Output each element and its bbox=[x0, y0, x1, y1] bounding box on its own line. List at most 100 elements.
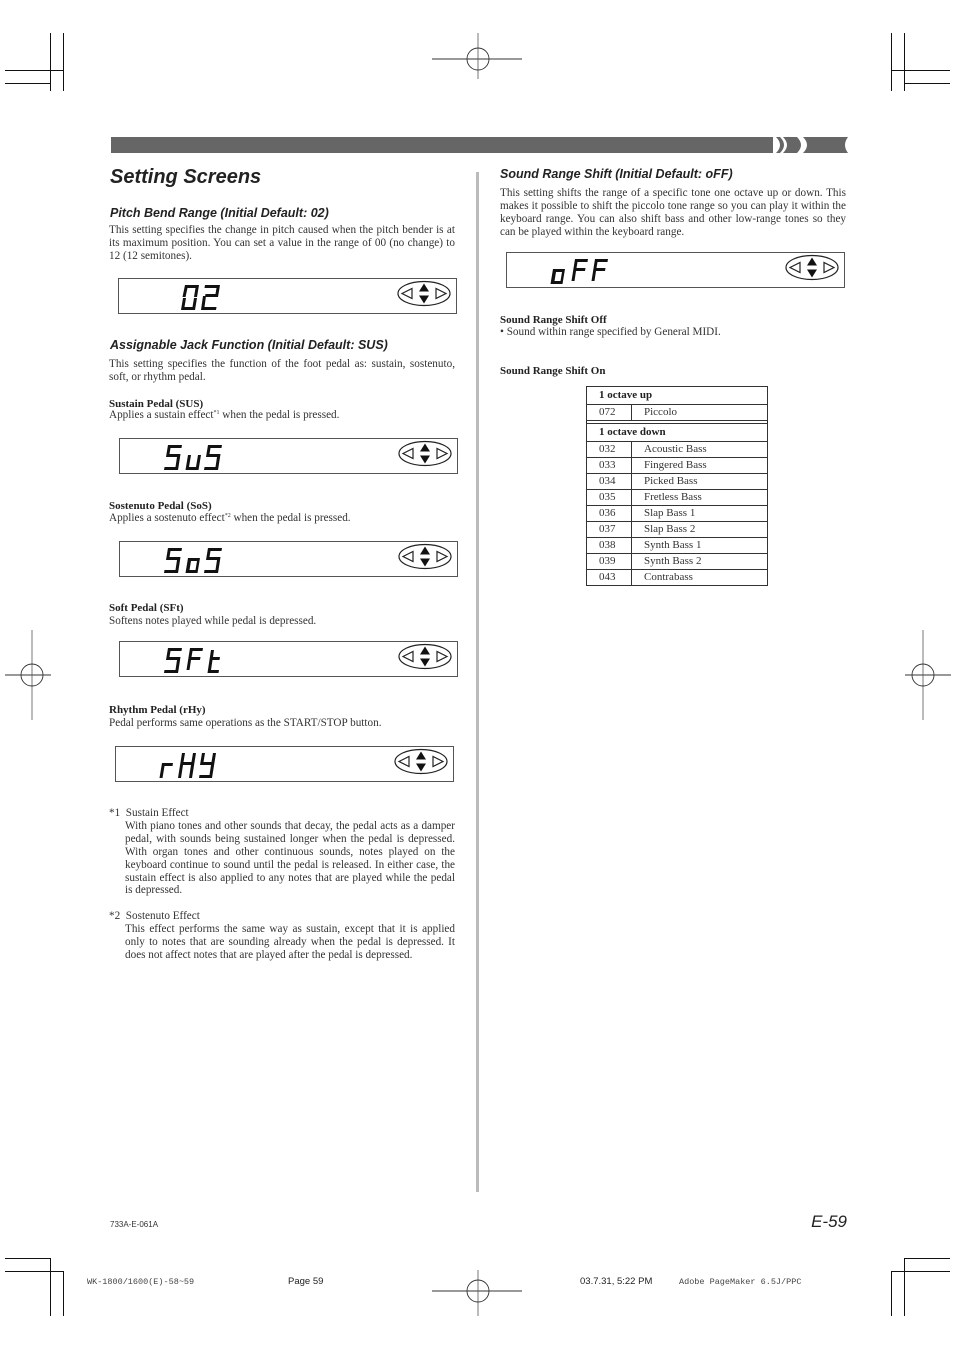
footnote-mark: *2 bbox=[109, 910, 121, 922]
lcd-digits bbox=[164, 445, 222, 470]
lcd-digits bbox=[159, 753, 216, 778]
soft-pedal-description: Softens notes played while pedal is depr… bbox=[109, 615, 317, 627]
footnote-sustain: *1 Sustain Effect With piano tones and o… bbox=[109, 807, 455, 897]
tone-name: Slap Bass 1 bbox=[631, 505, 768, 522]
shift-off-bullet: • Sound within range specified by Genera… bbox=[500, 326, 721, 338]
table-row: 036 Slap Bass 1 bbox=[586, 505, 768, 522]
table-row: 043 Contrabass bbox=[586, 569, 768, 586]
table-row: 035 Fretless Bass bbox=[586, 489, 768, 506]
cursor-arrows-icon bbox=[785, 254, 839, 286]
table-row: 072 Piccolo bbox=[586, 404, 768, 421]
tone-number: 039 bbox=[586, 553, 632, 570]
tone-number: 038 bbox=[586, 537, 632, 554]
crop-mark bbox=[891, 1271, 892, 1316]
cursor-arrows-icon bbox=[397, 280, 451, 312]
crop-mark bbox=[891, 1271, 950, 1272]
tone-name: Slap Bass 2 bbox=[631, 521, 768, 538]
shift-on-title: Sound Range Shift On bbox=[500, 365, 606, 377]
desc-text: when the pedal is pressed. bbox=[219, 409, 340, 421]
crop-mark bbox=[891, 33, 892, 91]
tone-name: Contrabass bbox=[631, 569, 768, 586]
tone-name: Synth Bass 2 bbox=[631, 553, 768, 570]
slug-page: Page 59 bbox=[288, 1276, 324, 1287]
lcd-display-off bbox=[506, 252, 845, 288]
tone-name: Picked Bass bbox=[631, 473, 768, 490]
tone-number: 043 bbox=[586, 569, 632, 586]
lcd-digits bbox=[164, 548, 222, 573]
tone-number: 032 bbox=[586, 441, 632, 458]
page-title: Setting Screens bbox=[110, 166, 262, 188]
crop-mark bbox=[63, 1271, 64, 1316]
footnote-body: With piano tones and other sounds that d… bbox=[125, 819, 455, 897]
registration-mark-icon bbox=[903, 630, 951, 722]
slug-application: Adobe PageMaker 6.5J/PPC bbox=[679, 1277, 802, 1287]
slug-date: 03.7.31, 5:22 PM bbox=[580, 1276, 653, 1287]
tone-number: 036 bbox=[586, 505, 632, 522]
group-label: 1 octave up bbox=[586, 386, 768, 405]
rhythm-pedal-description: Pedal performs same operations as the ST… bbox=[109, 717, 382, 729]
crop-mark bbox=[50, 1258, 51, 1316]
cursor-arrows-icon bbox=[394, 748, 448, 780]
sound-range-heading: Sound Range Shift (Initial Default: oFF) bbox=[500, 167, 733, 181]
lcd-display-sft bbox=[119, 641, 458, 677]
sostenuto-pedal-title: Sostenuto Pedal (SoS) bbox=[109, 500, 212, 512]
tone-number: 033 bbox=[586, 457, 632, 474]
crop-mark bbox=[5, 83, 51, 84]
footnote-mark: *1 bbox=[109, 807, 121, 819]
table-row: 032 Acoustic Bass bbox=[586, 441, 768, 458]
desc-text: Applies a sustain effect bbox=[109, 409, 214, 421]
table-row: 039 Synth Bass 2 bbox=[586, 553, 768, 570]
table-group-header: 1 octave up bbox=[586, 386, 768, 405]
desc-text: when the pedal is pressed. bbox=[230, 512, 351, 524]
tone-number: 035 bbox=[586, 489, 632, 506]
table-row: 034 Picked Bass bbox=[586, 473, 768, 490]
crop-mark bbox=[5, 70, 64, 71]
pitch-bend-description: This setting specifies the change in pit… bbox=[109, 224, 455, 262]
sound-range-description: This setting shifts the range of a speci… bbox=[500, 187, 846, 238]
sustain-pedal-description: Applies a sustain effect*1 when the peda… bbox=[109, 409, 339, 421]
footnote-title: *1 Sustain Effect bbox=[109, 807, 455, 820]
lcd-digits bbox=[164, 648, 220, 673]
tone-name: Fingered Bass bbox=[631, 457, 768, 474]
lcd-display-sos bbox=[119, 541, 458, 577]
soft-pedal-title: Soft Pedal (SFt) bbox=[109, 602, 184, 614]
document-code: 733A-E-061A bbox=[110, 1220, 159, 1229]
crop-mark bbox=[904, 1258, 950, 1259]
footnote-body: This effect performs the same way as sus… bbox=[125, 922, 455, 961]
footnote-sostenuto: *2 Sostenuto Effect This effect performs… bbox=[109, 910, 455, 962]
table-row: 033 Fingered Bass bbox=[586, 457, 768, 474]
tone-name: Piccolo bbox=[631, 404, 768, 421]
registration-mark-icon bbox=[5, 630, 53, 722]
jack-function-heading: Assignable Jack Function (Initial Defaul… bbox=[110, 338, 388, 352]
table-row: 038 Synth Bass 1 bbox=[586, 537, 768, 554]
cursor-arrows-icon bbox=[398, 643, 452, 675]
lcd-display-rhy bbox=[115, 746, 454, 782]
crop-mark bbox=[891, 70, 950, 71]
footnote-title: *2 Sostenuto Effect bbox=[109, 910, 455, 923]
shift-off-title: Sound Range Shift Off bbox=[500, 314, 607, 326]
cursor-arrows-icon bbox=[398, 440, 452, 472]
lcd-digits bbox=[550, 259, 608, 284]
tone-name: Synth Bass 1 bbox=[631, 537, 768, 554]
tone-name: Acoustic Bass bbox=[631, 441, 768, 458]
page-number: E-59 bbox=[811, 1212, 847, 1231]
tone-number: 034 bbox=[586, 473, 632, 490]
lcd-digits bbox=[181, 285, 220, 310]
tone-shift-table: 1 octave up 072 Piccolo 1 octave down 032… bbox=[586, 386, 768, 586]
footnote-title-text: Sostenuto Effect bbox=[125, 910, 200, 922]
crop-mark bbox=[904, 1258, 905, 1316]
tone-name: Fretless Bass bbox=[631, 489, 768, 506]
crop-mark bbox=[5, 1271, 64, 1272]
header-bar bbox=[111, 137, 848, 153]
desc-text: Applies a sostenuto effect bbox=[109, 512, 225, 524]
group-label: 1 octave down bbox=[586, 423, 768, 442]
registration-mark-icon bbox=[432, 33, 524, 79]
lcd-display-pitch-bend bbox=[118, 278, 457, 314]
registration-mark-icon bbox=[432, 1270, 524, 1316]
table-row: 037 Slap Bass 2 bbox=[586, 521, 768, 538]
lcd-display-sus bbox=[119, 438, 458, 474]
column-divider bbox=[476, 172, 479, 1192]
pitch-bend-heading: Pitch Bend Range (Initial Default: 02) bbox=[110, 206, 329, 220]
rhythm-pedal-title: Rhythm Pedal (rHy) bbox=[109, 704, 206, 716]
crop-mark bbox=[904, 83, 950, 84]
